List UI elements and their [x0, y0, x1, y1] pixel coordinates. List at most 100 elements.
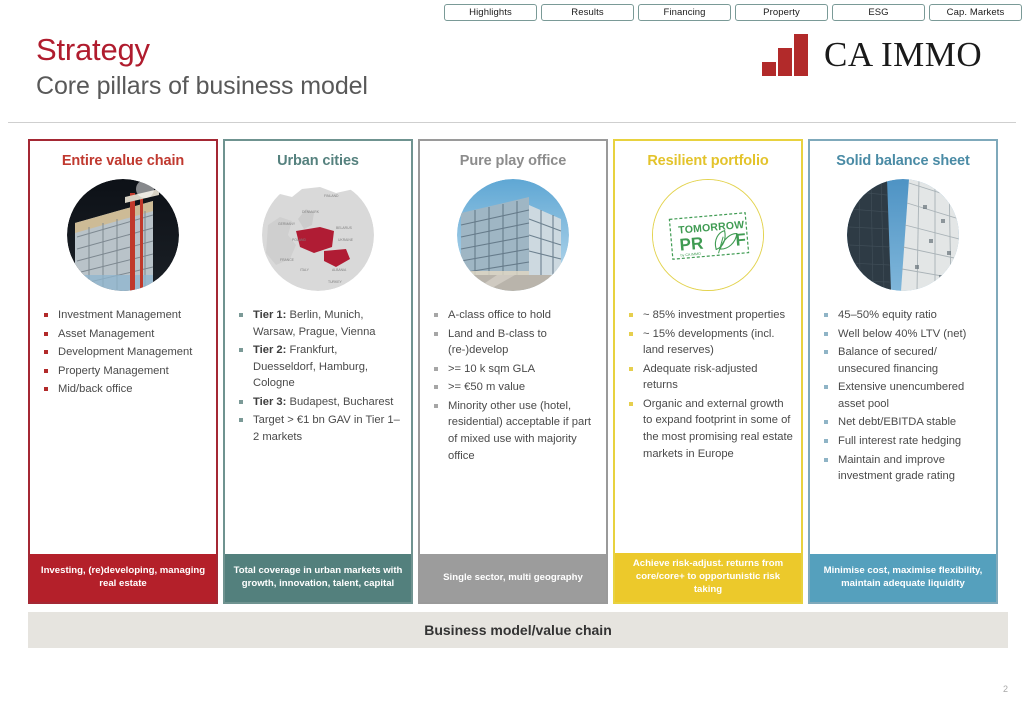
- list-item: Investment Management: [42, 307, 208, 324]
- pillar-title: Urban cities: [225, 141, 411, 169]
- pillar-footer-banner: Single sector, multi geography: [420, 554, 606, 602]
- list-item-text: Organic and external growth to expand fo…: [643, 398, 793, 460]
- nav-tab-label: ESG: [868, 7, 888, 18]
- svg-text:F: F: [735, 230, 747, 250]
- svg-text:GERMANY: GERMANY: [278, 222, 296, 226]
- pillar-card-solid-balance-sheet[interactable]: Solid balance sheet: [808, 139, 998, 604]
- nav-tab-financing[interactable]: Financing: [638, 4, 731, 21]
- pillar-title: Pure play office: [420, 141, 606, 169]
- list-item: Tier 2: Frankfurt, Duesseldorf, Hamburg,…: [237, 342, 403, 392]
- pillar-card-resilient-portfolio[interactable]: Resilient portfolio TOMORROW PR F by CA …: [613, 139, 803, 604]
- nav-tab-label: Highlights: [469, 7, 512, 18]
- list-item-text: Land and B-class to (re-)develop: [448, 328, 547, 357]
- tomorrow-proof-logo-icon: TOMORROW PR F by CA IMMO: [652, 179, 764, 291]
- nav-tab-esg[interactable]: ESG: [832, 4, 925, 21]
- list-item: ~ 85% investment properties: [627, 307, 793, 324]
- list-item-text: Mid/back office: [58, 383, 132, 395]
- nav-tab-label: Cap. Markets: [947, 7, 1005, 18]
- business-model-band: Business model/value chain: [28, 612, 1008, 648]
- construction-building-photo-icon: [67, 179, 179, 291]
- pillar-columns: Entire value chain: [28, 139, 1020, 604]
- list-item: Land and B-class to (re-)develop: [432, 326, 598, 359]
- nav-tab-results[interactable]: Results: [541, 4, 634, 21]
- list-item-text: Maintain and improve investment grade ra…: [838, 454, 955, 483]
- logo-wordmark: CA IMMO: [824, 35, 982, 75]
- top-nav-tabs[interactable]: Highlights Results Financing Property ES…: [444, 4, 1022, 21]
- nav-tab-property[interactable]: Property: [735, 4, 828, 21]
- list-item-text: Budapest, Bucharest: [286, 396, 393, 408]
- pillar-title: Entire value chain: [30, 141, 216, 169]
- list-item-text: A-class office to hold: [448, 309, 551, 321]
- pillar-card-pure-play-office[interactable]: Pure play office: [418, 139, 608, 604]
- svg-text:DENMARK: DENMARK: [302, 210, 320, 214]
- nav-tab-cap-markets[interactable]: Cap. Markets: [929, 4, 1022, 21]
- list-item: Tier 3: Budapest, Bucharest: [237, 394, 403, 411]
- list-item-text: ~ 15% developments (incl. land reserves): [643, 328, 775, 357]
- europe-map-highlight-icon: FINLAND DENMARK GERMANY POLAND BELARUS U…: [262, 179, 374, 291]
- list-item: Adequate risk-adjusted returns: [627, 361, 793, 394]
- list-item-text: Asset Management: [58, 328, 154, 340]
- list-item: Tier 1: Berlin, Munich, Warsaw, Prague, …: [237, 307, 403, 340]
- pillar-image: [30, 179, 216, 291]
- list-item: Maintain and improve investment grade ra…: [822, 452, 988, 485]
- list-item: Net debt/EBITDA stable: [822, 414, 988, 431]
- list-item: Well below 40% LTV (net): [822, 326, 988, 343]
- pillar-title: Resilient portfolio: [615, 141, 801, 169]
- list-item-text: >= 10 k sqm GLA: [448, 363, 535, 375]
- nav-tab-label: Results: [571, 7, 603, 18]
- list-item-text: Investment Management: [58, 309, 181, 321]
- glass-office-building-photo-icon: [457, 179, 569, 291]
- pillar-image: [810, 179, 996, 291]
- svg-text:POLAND: POLAND: [292, 238, 306, 242]
- pillar-card-urban-cities[interactable]: Urban cities FINLAND DENMARK: [223, 139, 413, 604]
- nav-tab-highlights[interactable]: Highlights: [444, 4, 537, 21]
- slide-header: Strategy Core pillars of business model: [36, 34, 368, 101]
- list-item: >= €50 m value: [432, 379, 598, 396]
- list-item-text: Minority other use (hotel, residential) …: [448, 400, 591, 462]
- list-item-text: Well below 40% LTV (net): [838, 328, 966, 340]
- list-item-text: 45–50% equity ratio: [838, 309, 937, 321]
- page-subtitle: Core pillars of business model: [36, 72, 368, 101]
- svg-text:ITALY: ITALY: [300, 268, 310, 272]
- list-item: Balance of secured/ unsecured financing: [822, 344, 988, 377]
- svg-text:BELARUS: BELARUS: [336, 226, 353, 230]
- pillar-card-entire-value-chain[interactable]: Entire value chain: [28, 139, 218, 604]
- page-number: 2: [1003, 684, 1008, 694]
- list-item: Organic and external growth to expand fo…: [627, 396, 793, 462]
- ca-immo-logo: CA IMMO: [762, 34, 982, 76]
- nav-tab-label: Property: [763, 7, 800, 18]
- list-item-text: Balance of secured/ unsecured financing: [838, 346, 938, 375]
- svg-text:UKRAINE: UKRAINE: [338, 238, 354, 242]
- list-item: Full interest rate hedging: [822, 433, 988, 450]
- svg-text:FINLAND: FINLAND: [324, 194, 339, 198]
- two-towers-sky-photo-icon: [847, 179, 959, 291]
- list-item: ~ 15% developments (incl. land reserves): [627, 326, 793, 359]
- pillar-footer-banner: Minimise cost, maximise flexibility, mai…: [810, 554, 996, 602]
- list-item-text: Development Management: [58, 346, 192, 358]
- list-item: 45–50% equity ratio: [822, 307, 988, 324]
- list-item: Mid/back office: [42, 381, 208, 398]
- page-title: Strategy: [36, 34, 368, 67]
- list-item-text: Extensive unencumbered asset pool: [838, 381, 964, 410]
- list-item: Minority other use (hotel, residential) …: [432, 398, 598, 464]
- svg-text:ALBANIA: ALBANIA: [332, 268, 347, 272]
- list-item: Development Management: [42, 344, 208, 361]
- nav-tab-label: Financing: [663, 7, 705, 18]
- list-item-text: Property Management: [58, 365, 169, 377]
- list-item-lead: Tier 2:: [253, 344, 286, 356]
- pillar-footer-banner: Achieve risk-adjust. returns from core/c…: [615, 553, 801, 602]
- pillar-image: TOMORROW PR F by CA IMMO: [615, 179, 801, 291]
- pillar-image: FINLAND DENMARK GERMANY POLAND BELARUS U…: [225, 179, 411, 291]
- list-item: A-class office to hold: [432, 307, 598, 324]
- list-item-text: Full interest rate hedging: [838, 435, 961, 447]
- ca-immo-squares-icon: [762, 34, 810, 76]
- list-item-text: Net debt/EBITDA stable: [838, 416, 956, 428]
- business-model-band-label: Business model/value chain: [424, 622, 612, 638]
- list-item-lead: Tier 1:: [253, 309, 286, 321]
- list-item-text: >= €50 m value: [448, 381, 525, 393]
- pillar-footer-banner: Investing, (re)developing, managing real…: [30, 554, 216, 602]
- list-item-lead: Tier 3:: [253, 396, 286, 408]
- list-item-text: Target > €1 bn GAV in Tier 1–2 markets: [253, 414, 400, 443]
- pillar-footer-banner: Total coverage in urban markets with gro…: [225, 554, 411, 602]
- svg-text:TURKEY: TURKEY: [328, 280, 342, 284]
